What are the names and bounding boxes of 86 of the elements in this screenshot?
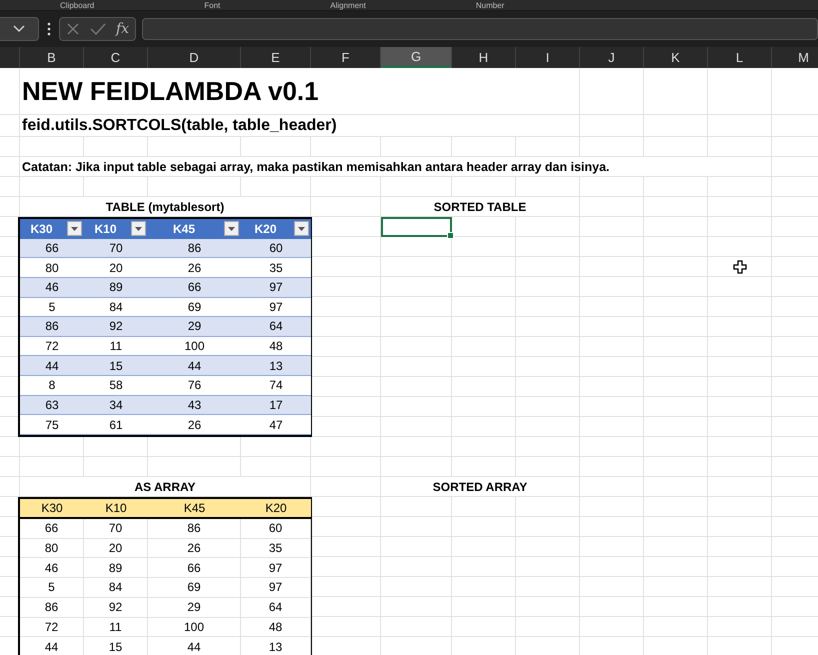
- filter-dropdown-button[interactable]: [294, 221, 309, 236]
- array-cell: 86: [20, 598, 84, 618]
- array-header-cell: K10: [84, 499, 148, 519]
- table-header-cell: K30: [20, 219, 84, 239]
- array-cell: 64: [241, 598, 311, 618]
- name-box[interactable]: [0, 17, 39, 41]
- table-cell: 60: [241, 238, 311, 258]
- table-header-cell: K10: [84, 219, 148, 239]
- ribbon-group-label: Alignment: [330, 0, 366, 10]
- array-header-cell: K20: [241, 499, 311, 519]
- array-cell: 72: [20, 618, 84, 638]
- filter-dropdown-button[interactable]: [131, 221, 146, 236]
- table-cell: 35: [241, 258, 311, 278]
- array-cell: 97: [241, 558, 311, 578]
- table-cell: 97: [241, 278, 311, 298]
- triangle-down-icon: [298, 226, 305, 231]
- array-cell: 44: [148, 637, 241, 655]
- table-cell: 34: [84, 396, 148, 416]
- array-cell: 46: [20, 558, 84, 578]
- array-cell: 66: [20, 518, 84, 538]
- ribbon-group-label: Number: [476, 0, 504, 10]
- table-cell: 97: [241, 298, 311, 318]
- active-cell[interactable]: [381, 217, 452, 237]
- check-icon[interactable]: [90, 22, 106, 36]
- table-header-cell: K20: [241, 219, 311, 239]
- table-cell: 74: [241, 376, 311, 396]
- array-cell: 29: [148, 598, 241, 618]
- triangle-down-icon: [228, 226, 235, 231]
- array-cell: 13: [241, 637, 311, 655]
- array-cell: 86: [148, 518, 241, 538]
- filter-dropdown-button[interactable]: [224, 221, 239, 236]
- array-cell: 5: [20, 578, 84, 598]
- array-cell: 20: [84, 538, 148, 558]
- ribbon-group-label: Font: [204, 0, 220, 10]
- table-cell: 69: [148, 298, 241, 318]
- table-cell: 44: [148, 356, 241, 376]
- table-header-cell: K45: [148, 219, 241, 239]
- triangle-down-icon: [71, 226, 78, 231]
- table-cell: 43: [148, 396, 241, 416]
- chevron-down-icon: [13, 25, 25, 33]
- table-cell: 86: [20, 317, 84, 337]
- array-cell: 84: [84, 578, 148, 598]
- table-cell: 13: [241, 356, 311, 376]
- array-cell: 35: [241, 538, 311, 558]
- table-cell: 89: [84, 278, 148, 298]
- array-cell: 44: [20, 637, 84, 655]
- array-header-cell: K30: [20, 499, 84, 519]
- table-cell: 5: [20, 298, 84, 318]
- array-cell: 80: [20, 538, 84, 558]
- array-cell: 60: [241, 518, 311, 538]
- array-cell: 48: [241, 618, 311, 638]
- table-cell: 44: [20, 356, 84, 376]
- array-cell: 66: [148, 558, 241, 578]
- table-cell: 70: [84, 238, 148, 258]
- table-cell: 48: [241, 336, 311, 356]
- table-cell: 17: [241, 396, 311, 416]
- cell-cursor-icon: [733, 260, 747, 274]
- table-cell: 66: [20, 238, 84, 258]
- array-cell: 92: [84, 598, 148, 618]
- table-cell: 47: [241, 415, 311, 435]
- array-cell: 89: [84, 558, 148, 578]
- table-cell: 92: [84, 317, 148, 337]
- insert-function-button[interactable]: fx: [116, 21, 130, 37]
- table-cell: 64: [241, 317, 311, 337]
- formula-input[interactable]: [142, 18, 818, 40]
- array-cell: 100: [148, 618, 241, 638]
- cancel-icon[interactable]: [66, 22, 80, 36]
- table-cell: 46: [20, 278, 84, 298]
- table-cell: 29: [148, 317, 241, 337]
- table-cell: 63: [20, 396, 84, 416]
- more-options-icon[interactable]: [47, 22, 51, 36]
- array-cell: 70: [84, 518, 148, 538]
- filter-dropdown-button[interactable]: [67, 221, 82, 236]
- table-cell: 15: [84, 356, 148, 376]
- array-cell: 26: [148, 538, 241, 558]
- array-cell: 11: [84, 618, 148, 638]
- array-cell: 97: [241, 578, 311, 598]
- array-cell: 69: [148, 578, 241, 598]
- column-header[interactable]: G: [381, 47, 452, 68]
- array-cell: 15: [84, 637, 148, 655]
- ribbon-group-label: Clipboard: [60, 0, 94, 10]
- array-header-cell: K45: [148, 499, 241, 519]
- table-cell: 86: [148, 238, 241, 258]
- triangle-down-icon: [135, 226, 142, 231]
- table-cell: 84: [84, 298, 148, 318]
- table-cell: 66: [148, 278, 241, 298]
